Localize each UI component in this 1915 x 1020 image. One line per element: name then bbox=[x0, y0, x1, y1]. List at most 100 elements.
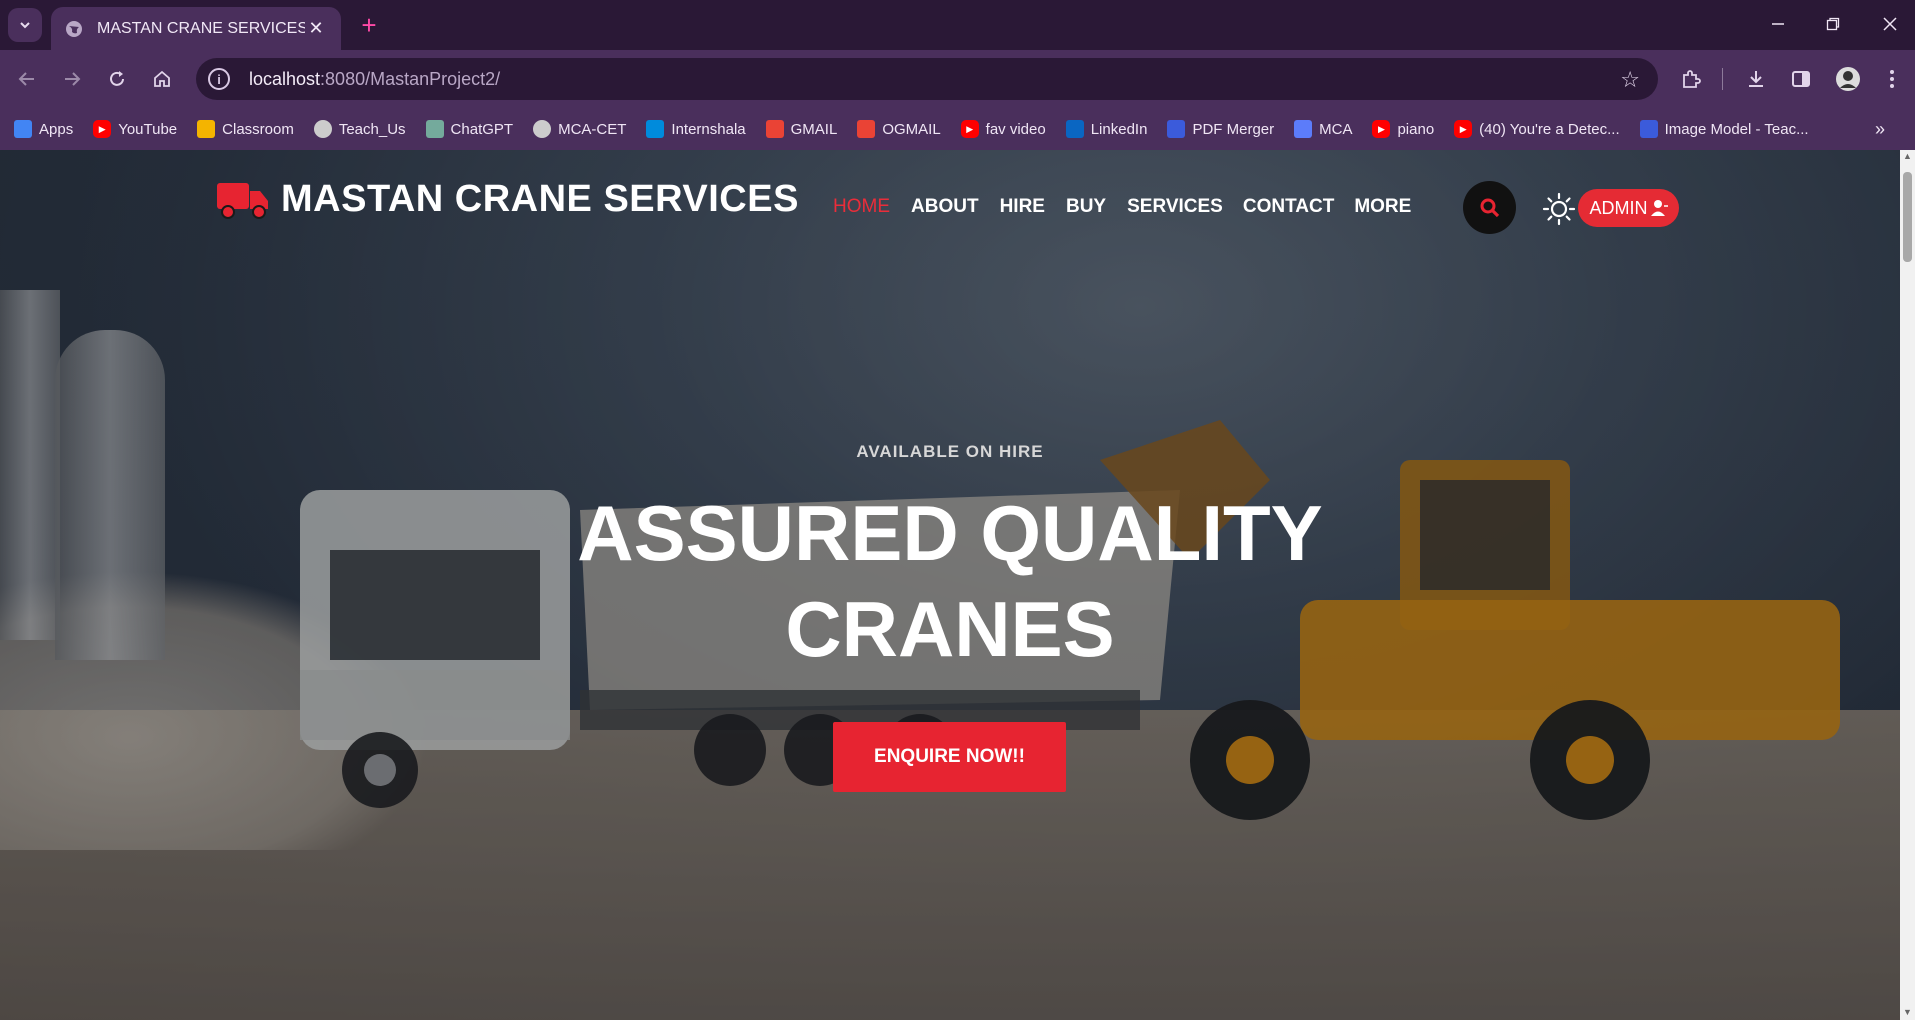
puzzle-icon bbox=[1683, 70, 1701, 88]
nav-about[interactable]: ABOUT bbox=[911, 196, 979, 218]
url-path: :8080/MastanProject2/ bbox=[320, 68, 501, 89]
chatgpt-icon bbox=[425, 120, 444, 138]
brand-name: MASTAN CRANE SERVICES bbox=[281, 178, 799, 220]
close-tab-button[interactable]: ✕ bbox=[305, 18, 327, 39]
hero-section: MASTAN CRANE SERVICES HOME ABOUT HIRE BU… bbox=[0, 150, 1900, 1020]
nav-contact[interactable]: CONTACT bbox=[1243, 196, 1334, 218]
apps-grid-icon bbox=[14, 120, 32, 138]
site-navbar: MASTAN CRANE SERVICES HOME ABOUT HIRE BU… bbox=[0, 150, 1900, 260]
nav-services[interactable]: SERVICES bbox=[1127, 196, 1223, 218]
bookmark-item[interactable]: Teach_Us bbox=[313, 120, 406, 138]
minimize-icon bbox=[1772, 23, 1784, 25]
bookmark-item[interactable]: ▶ piano bbox=[1372, 120, 1434, 138]
bookmark-item[interactable]: Internshala bbox=[646, 120, 746, 138]
bookmark-label: MCA bbox=[1319, 120, 1353, 138]
classroom-icon bbox=[197, 120, 216, 138]
sun-icon[interactable] bbox=[1542, 192, 1576, 226]
bookmark-item[interactable]: Image Model - Teac... bbox=[1639, 120, 1809, 138]
bookmark-label: piano bbox=[1397, 120, 1435, 138]
scroll-thumb[interactable] bbox=[1903, 172, 1912, 262]
url-host: localhost bbox=[249, 68, 321, 89]
scroll-down-icon[interactable]: ▼ bbox=[1903, 1008, 1912, 1017]
bookmark-label: GMAIL bbox=[790, 120, 838, 138]
url-text[interactable]: localhost:8080/MastanProject2/ bbox=[249, 69, 500, 90]
bookmark-item[interactable]: PDF Merger bbox=[1167, 120, 1274, 138]
brand-logo[interactable]: MASTAN CRANE SERVICES bbox=[217, 178, 799, 221]
bookmarks-bar: Apps ▶ YouTube Classroom Teach_Us ChatGPT MCA-… bbox=[0, 108, 1915, 150]
close-window-button[interactable] bbox=[1865, 6, 1915, 42]
side-panel-icon bbox=[1792, 71, 1810, 87]
download-icon bbox=[1749, 71, 1763, 87]
pdf-merger-icon bbox=[1167, 120, 1186, 138]
bookmark-label: Classroom bbox=[222, 120, 294, 138]
kebab-menu-icon bbox=[1890, 70, 1894, 88]
arrow-left-icon bbox=[18, 72, 34, 86]
bookmark-label: Apps bbox=[39, 120, 74, 138]
tab-title: MASTAN CRANE SERVICES bbox=[97, 19, 305, 37]
page-viewport: MASTAN CRANE SERVICES HOME ABOUT HIRE BU… bbox=[0, 150, 1915, 1020]
minimize-button[interactable] bbox=[1753, 6, 1803, 42]
admin-label: ADMIN bbox=[1589, 197, 1648, 218]
nav-hire[interactable]: HIRE bbox=[1000, 196, 1045, 218]
bookmark-item[interactable]: ▶ fav video bbox=[960, 120, 1046, 138]
page-scrollbar[interactable]: ▲ ▼ bbox=[1900, 150, 1915, 1020]
bookmark-item[interactable]: ChatGPT bbox=[425, 120, 513, 138]
bookmark-label: MCA-CET bbox=[558, 120, 627, 138]
linkedin-icon bbox=[1065, 120, 1084, 138]
admin-button[interactable]: ADMIN bbox=[1578, 189, 1679, 227]
restore-button[interactable] bbox=[1808, 6, 1858, 42]
toolbar-divider bbox=[1722, 68, 1723, 90]
bookmark-item[interactable]: GMAIL bbox=[765, 120, 838, 138]
nav-more[interactable]: MORE bbox=[1354, 196, 1411, 218]
gmail-icon bbox=[765, 120, 784, 138]
hero-title-line: CRANES bbox=[785, 585, 1115, 673]
truck-icon bbox=[217, 182, 268, 219]
tab-strip: MASTAN CRANE SERVICES ✕ + bbox=[0, 0, 1915, 50]
search-button[interactable] bbox=[1463, 181, 1516, 234]
browser-menu-button[interactable] bbox=[1877, 64, 1907, 94]
bookmark-item[interactable]: Classroom bbox=[197, 120, 294, 138]
downloads-button[interactable] bbox=[1741, 64, 1771, 94]
reload-button[interactable] bbox=[102, 64, 132, 94]
bookmark-item[interactable]: Apps bbox=[14, 120, 73, 138]
bookmark-label: (40) You're a Detec... bbox=[1479, 120, 1620, 138]
site-info-icon[interactable]: i bbox=[208, 68, 230, 90]
home-button[interactable] bbox=[147, 64, 177, 94]
nav-home[interactable]: HOME bbox=[833, 196, 890, 218]
bookmark-item[interactable]: ▶ (40) You're a Detec... bbox=[1454, 120, 1620, 138]
internshala-icon bbox=[646, 120, 665, 138]
scroll-up-icon[interactable]: ▲ bbox=[1903, 152, 1912, 161]
globe-icon bbox=[66, 20, 82, 37]
enquire-now-button[interactable]: ENQUIRE NOW!! bbox=[833, 722, 1066, 792]
globe-icon bbox=[533, 120, 552, 138]
bookmark-star-icon[interactable]: ☆ bbox=[1620, 67, 1640, 93]
avatar bbox=[1836, 67, 1860, 91]
tm-icon bbox=[1639, 120, 1658, 138]
bookmark-item[interactable]: MCA-CET bbox=[533, 120, 626, 138]
bookmark-item[interactable]: ▶ YouTube bbox=[93, 120, 177, 138]
extensions-button[interactable] bbox=[1676, 64, 1706, 94]
tab-search-button[interactable] bbox=[8, 8, 42, 42]
close-icon bbox=[1883, 17, 1897, 31]
hero-subtitle: AVAILABLE ON HIRE bbox=[856, 442, 1044, 461]
back-button[interactable] bbox=[12, 64, 42, 94]
bookmark-item[interactable]: MCA bbox=[1294, 120, 1352, 138]
youtube-icon: ▶ bbox=[93, 120, 112, 138]
bookmark-item[interactable]: OGMAIL bbox=[857, 120, 941, 138]
new-tab-button[interactable]: + bbox=[354, 10, 384, 40]
address-bar[interactable]: i localhost:8080/MastanProject2/ ☆ bbox=[196, 58, 1658, 100]
mca-icon bbox=[1294, 120, 1313, 138]
nav-buy[interactable]: BUY bbox=[1066, 196, 1106, 218]
hero-title-line: ASSURED QUALITY bbox=[577, 489, 1323, 577]
browser-toolbar: i localhost:8080/MastanProject2/ ☆ bbox=[0, 50, 1915, 108]
bookmark-item[interactable]: LinkedIn bbox=[1065, 120, 1147, 138]
profile-button[interactable] bbox=[1833, 64, 1863, 94]
youtube-icon: ▶ bbox=[960, 120, 979, 138]
side-panel-button[interactable] bbox=[1786, 64, 1816, 94]
more-bookmarks-button[interactable]: » bbox=[1875, 119, 1885, 140]
bookmark-label: PDF Merger bbox=[1192, 120, 1275, 138]
forward-button[interactable] bbox=[57, 64, 87, 94]
bookmark-label: OGMAIL bbox=[882, 120, 941, 138]
active-tab[interactable]: MASTAN CRANE SERVICES ✕ bbox=[51, 7, 341, 50]
main-nav: HOME ABOUT HIRE BUY SERVICES CONTACT MOR… bbox=[833, 196, 1432, 218]
